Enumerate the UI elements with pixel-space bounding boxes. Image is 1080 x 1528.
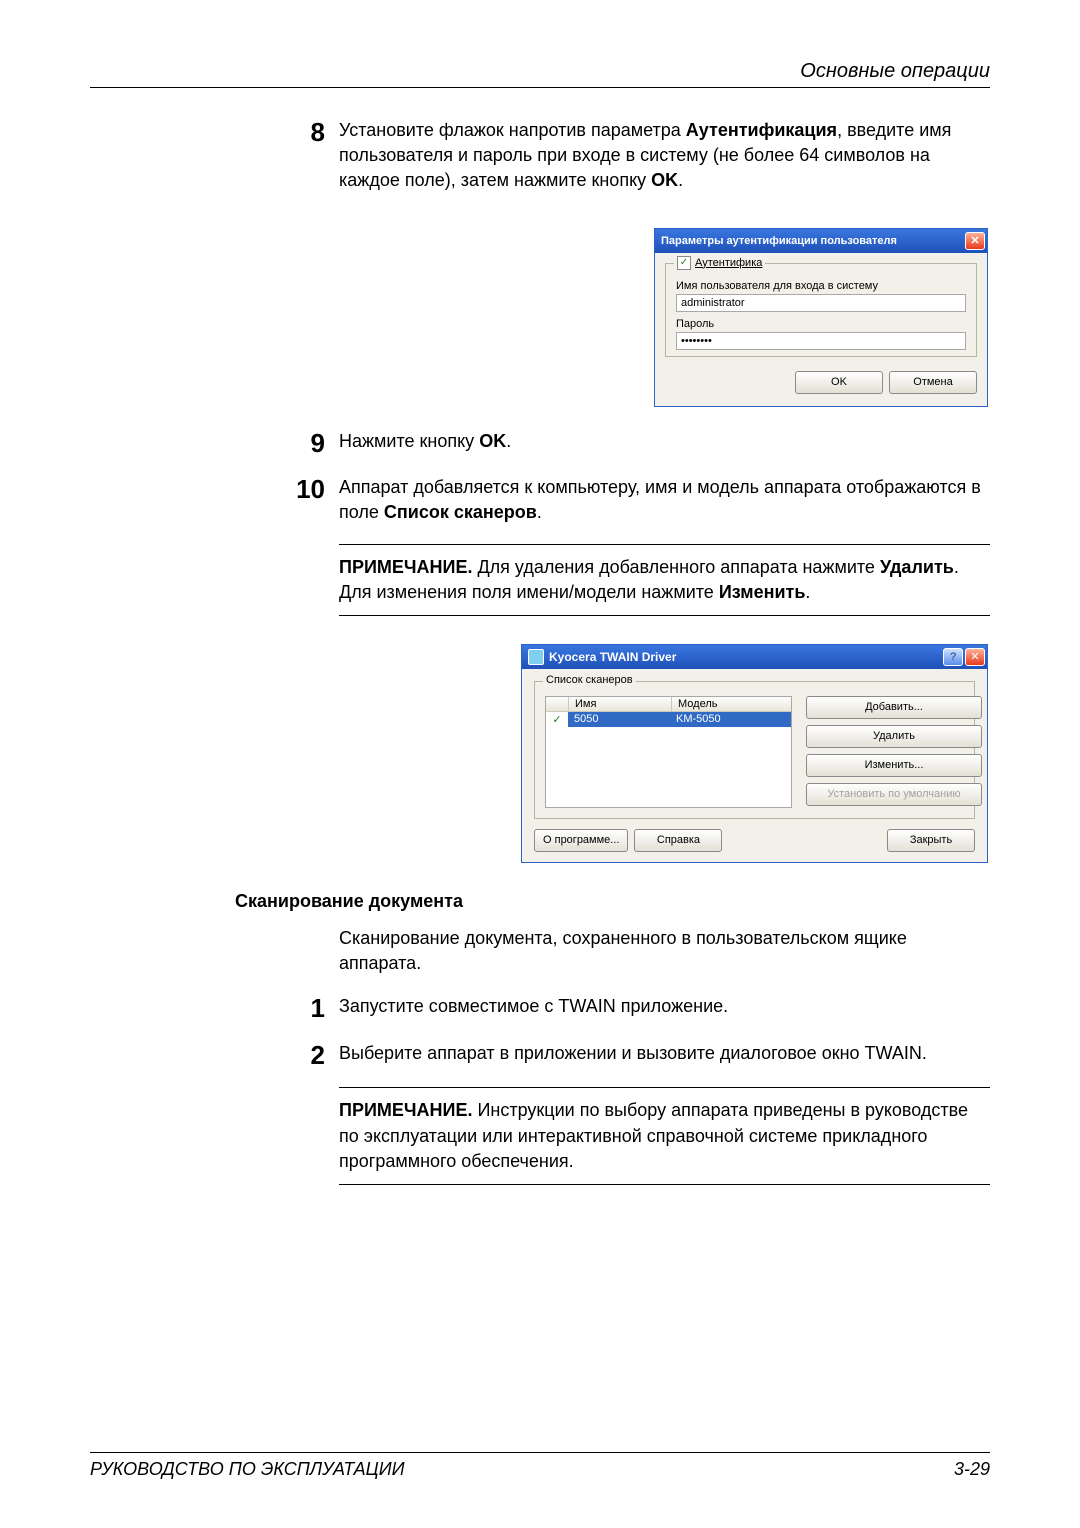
page-footer: РУКОВОДСТВО ПО ЭКСПЛУАТАЦИИ 3-29 (90, 1452, 990, 1480)
delete-button[interactable]: Удалить (806, 725, 982, 748)
text-bold: Удалить (880, 557, 954, 577)
col-name[interactable]: Имя (569, 697, 672, 711)
scan-step-2: 2 Выберите аппарат в приложении и вызови… (275, 1041, 990, 1070)
dialog-titlebar: Kyocera TWAIN Driver ? ✕ (522, 645, 987, 669)
edit-button[interactable]: Изменить... (806, 754, 982, 777)
text-bold: OK (651, 170, 678, 190)
text: Нажмите кнопку (339, 431, 479, 451)
cancel-button[interactable]: Отмена (889, 371, 977, 394)
step-text: Аппарат добавляется к компьютеру, имя и … (339, 475, 990, 525)
auth-checkbox-label: Аутентифика (695, 257, 762, 269)
username-label: Имя пользователя для входа в систему (676, 280, 966, 292)
set-default-button: Установить по умолчанию (806, 783, 982, 806)
text: . (537, 502, 542, 522)
step-text: Выберите аппарат в приложении и вызовите… (339, 1041, 990, 1066)
app-icon (528, 649, 544, 665)
auth-checkbox[interactable]: ✓ (677, 256, 691, 270)
auth-dialog: Параметры аутентификации пользователя ✕ … (654, 228, 988, 407)
note-label: ПРИМЕЧАНИЕ. (339, 1100, 472, 1120)
ok-button[interactable]: OK (795, 371, 883, 394)
step-number: 2 (275, 1041, 339, 1070)
text: . (506, 431, 511, 451)
footer-left: РУКОВОДСТВО ПО ЭКСПЛУАТАЦИИ (90, 1459, 404, 1480)
scanner-list[interactable]: Имя Модель ✓ 5050 KM-5050 (545, 696, 792, 808)
text-bold: Список сканеров (384, 502, 537, 522)
step-number: 8 (275, 118, 339, 147)
text: . (805, 582, 810, 602)
help-button[interactable]: Справка (634, 829, 722, 852)
scanner-list-group: Список сканеров Имя Модель ✓ 5050 (534, 681, 975, 819)
list-header: Имя Модель (546, 697, 791, 712)
footer-page-number: 3-29 (954, 1459, 990, 1480)
cell-name: 5050 (568, 712, 670, 727)
scan-step-1: 1 Запустите совместимое с TWAIN приложен… (275, 994, 990, 1023)
note-block: ПРИМЕЧАНИЕ. Инструкции по выбору аппарат… (339, 1087, 990, 1185)
section-intro: Сканирование документа, сохраненного в п… (339, 926, 990, 976)
check-icon: ✓ (546, 712, 568, 727)
step-number: 10 (275, 475, 339, 504)
step-text: Нажмите кнопку OK. (339, 429, 990, 454)
text-bold: OK (479, 431, 506, 451)
note-block: ПРИМЕЧАНИЕ. Для удаления добавленного ап… (339, 544, 990, 616)
col-model[interactable]: Модель (672, 697, 791, 711)
cell-model: KM-5050 (670, 712, 791, 727)
add-button[interactable]: Добавить... (806, 696, 982, 719)
note-label: ПРИМЕЧАНИЕ. (339, 557, 472, 577)
twain-dialog: Kyocera TWAIN Driver ? ✕ Список сканеров… (521, 644, 988, 863)
close-icon[interactable]: ✕ (965, 648, 985, 666)
close-icon[interactable]: ✕ (965, 232, 985, 250)
help-icon[interactable]: ? (943, 648, 963, 666)
table-row[interactable]: ✓ 5050 KM-5050 (546, 712, 791, 727)
text: . (678, 170, 683, 190)
text-bold: Аутентификация (686, 120, 837, 140)
text: Для удаления добавленного аппарата нажми… (472, 557, 879, 577)
username-input[interactable] (676, 294, 966, 312)
step-8: 8 Установите флажок напротив параметра А… (275, 118, 990, 194)
step-number: 1 (275, 994, 339, 1023)
auth-groupbox: ✓ Аутентифика Имя пользователя для входа… (665, 263, 977, 357)
step-10: 10 Аппарат добавляется к компьютеру, имя… (275, 475, 990, 525)
password-input[interactable] (676, 332, 966, 350)
step-text: Запустите совместимое с TWAIN приложение… (339, 994, 990, 1019)
dialog-titlebar: Параметры аутентификации пользователя ✕ (655, 229, 987, 253)
about-button[interactable]: О программе... (534, 829, 628, 852)
step-9: 9 Нажмите кнопку OK. (275, 429, 990, 458)
close-button[interactable]: Закрыть (887, 829, 975, 852)
section-heading: Сканирование документа (235, 891, 990, 912)
group-label: Список сканеров (543, 674, 636, 686)
text: Установите флажок напротив параметра (339, 120, 686, 140)
step-number: 9 (275, 429, 339, 458)
section-header: Основные операции (90, 60, 990, 83)
dialog-title: Kyocera TWAIN Driver (549, 650, 941, 664)
text-bold: Изменить (719, 582, 806, 602)
password-label: Пароль (676, 318, 966, 330)
dialog-title: Параметры аутентификации пользователя (661, 235, 897, 247)
step-text: Установите флажок напротив параметра Аут… (339, 118, 990, 194)
